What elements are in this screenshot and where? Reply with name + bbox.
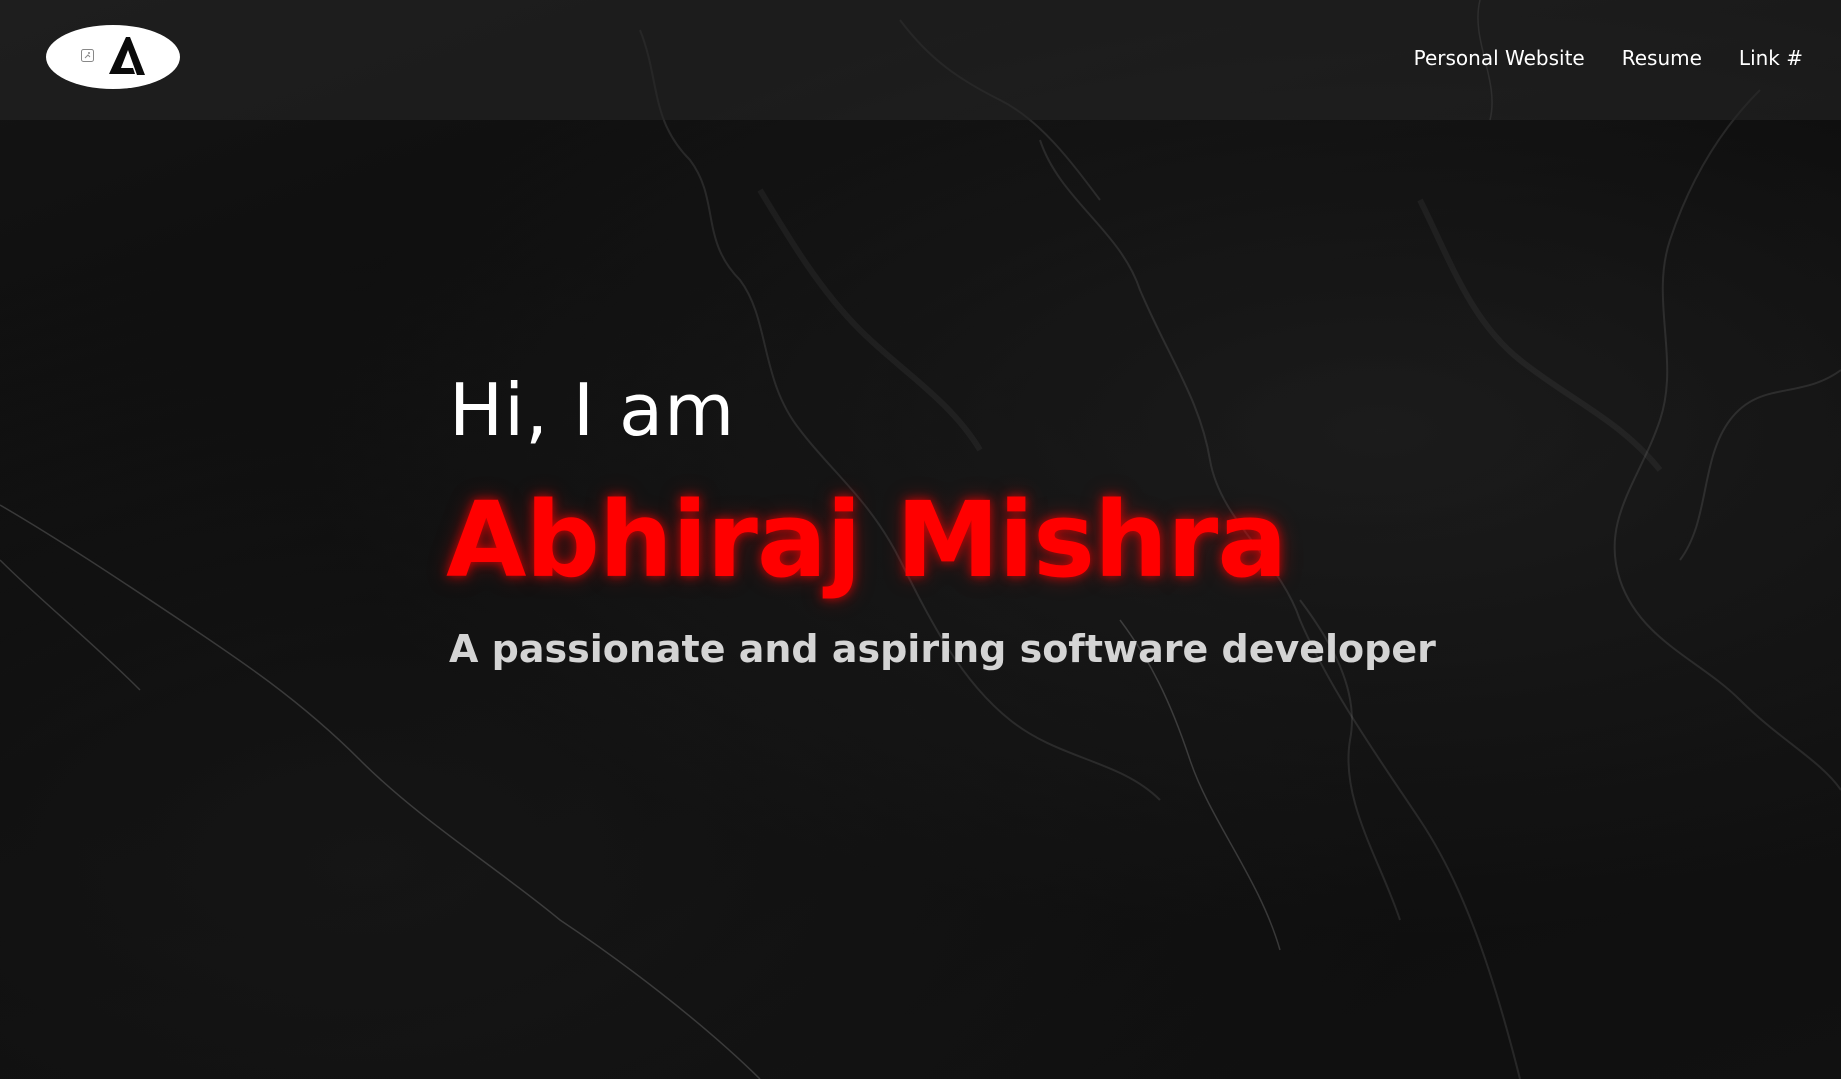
nav-link-resume[interactable]: Resume <box>1622 46 1702 70</box>
broken-image-icon <box>81 49 94 62</box>
nav-link-personal-website[interactable]: Personal Website <box>1414 46 1585 70</box>
page: Personal Website Resume Link # Hi, I am … <box>0 0 1841 1079</box>
hero-section: Hi, I am Abhiraj Mishra A passionate and… <box>446 365 1549 673</box>
logo[interactable] <box>46 25 180 89</box>
logo-a-icon <box>109 37 145 75</box>
nav-links: Personal Website Resume Link # <box>1414 46 1803 70</box>
hero-greeting: Hi, I am <box>449 368 736 452</box>
top-navbar: Personal Website Resume Link # <box>0 0 1841 120</box>
hero-tagline: A passionate and aspiring software devel… <box>449 627 1436 671</box>
hero-name: Abhiraj Mishra <box>446 479 1288 601</box>
nav-link-link[interactable]: Link # <box>1739 46 1803 70</box>
